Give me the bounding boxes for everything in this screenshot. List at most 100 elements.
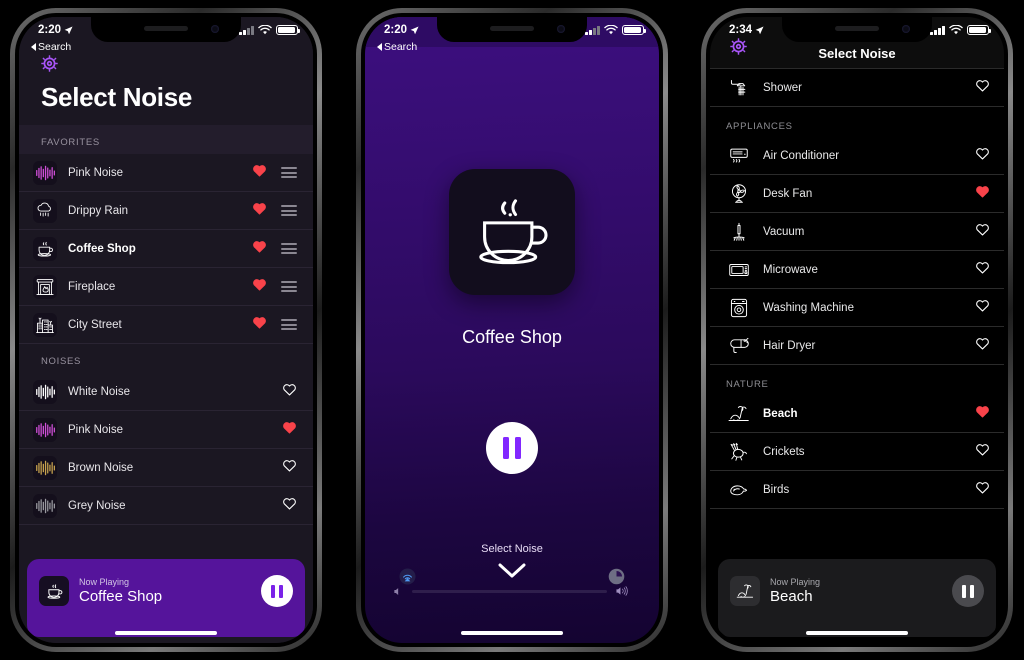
heart-filled-icon[interactable] bbox=[252, 201, 267, 215]
noise-list[interactable]: Shower APPLIANCES Air Conditioner Desk Fa… bbox=[710, 69, 1004, 643]
noise-artwork bbox=[726, 183, 752, 205]
heart-filled-icon[interactable] bbox=[252, 315, 267, 329]
favorite-toggle[interactable] bbox=[975, 480, 990, 499]
noise-list-item[interactable]: Desk Fan bbox=[710, 175, 1004, 213]
heart-outline-icon[interactable] bbox=[282, 458, 297, 472]
status-right bbox=[930, 24, 992, 36]
favorite-toggle[interactable] bbox=[975, 184, 990, 203]
favorite-toggle[interactable] bbox=[252, 201, 267, 220]
favorite-toggle[interactable] bbox=[975, 336, 990, 355]
home-indicator bbox=[806, 631, 908, 635]
noise-artwork bbox=[726, 297, 752, 319]
now-playing-text: Now Playing Beach bbox=[770, 577, 952, 605]
favorite-toggle[interactable] bbox=[975, 222, 990, 241]
noise-label: Coffee Shop bbox=[68, 242, 136, 255]
noise-label: Microwave bbox=[763, 263, 818, 276]
favorite-toggle[interactable] bbox=[975, 404, 990, 423]
pause-icon-bar-left bbox=[271, 584, 276, 598]
notch bbox=[91, 17, 241, 42]
heart-filled-icon[interactable] bbox=[975, 404, 990, 418]
settings-button[interactable] bbox=[41, 55, 313, 77]
noise-list-item[interactable]: Microwave bbox=[710, 251, 1004, 289]
noise-artwork bbox=[726, 479, 752, 501]
noise-list-item[interactable]: Brown Noise bbox=[19, 449, 313, 487]
noise-list-item[interactable]: Vacuum bbox=[710, 213, 1004, 251]
heart-filled-icon[interactable] bbox=[282, 420, 297, 434]
noise-list-item[interactable]: Shower bbox=[710, 69, 1004, 107]
drag-handle-icon[interactable] bbox=[281, 243, 297, 254]
pause-button[interactable] bbox=[261, 575, 293, 607]
heart-outline-icon[interactable] bbox=[975, 260, 990, 274]
heart-outline-icon[interactable] bbox=[975, 78, 990, 92]
favorite-toggle[interactable] bbox=[282, 458, 297, 477]
favorite-toggle[interactable] bbox=[975, 78, 990, 97]
now-playing-artwork bbox=[39, 576, 69, 606]
select-noise-label[interactable]: Select Noise bbox=[365, 543, 659, 555]
noise-list-item[interactable]: Beach bbox=[710, 395, 1004, 433]
favorite-toggle[interactable] bbox=[975, 298, 990, 317]
front-camera bbox=[557, 25, 565, 33]
heart-outline-icon[interactable] bbox=[282, 496, 297, 510]
heart-outline-icon[interactable] bbox=[975, 442, 990, 456]
heart-filled-icon[interactable] bbox=[252, 239, 267, 253]
heart-outline-icon[interactable] bbox=[282, 382, 297, 396]
favorite-toggle[interactable] bbox=[252, 239, 267, 258]
back-to-search-link[interactable]: Search bbox=[31, 41, 71, 53]
favorite-toggle[interactable] bbox=[975, 146, 990, 165]
favorite-toggle[interactable] bbox=[252, 277, 267, 296]
heart-outline-icon[interactable] bbox=[975, 480, 990, 494]
now-playing-bar[interactable]: Now Playing Coffee Shop bbox=[27, 559, 305, 637]
favorite-toggle[interactable] bbox=[975, 442, 990, 461]
pause-icon-bar-right bbox=[969, 584, 974, 598]
heart-filled-icon[interactable] bbox=[252, 277, 267, 291]
phone-2-frame: 2:20 Search Coffee Shop Select Noise bbox=[356, 8, 668, 652]
drag-handle-icon[interactable] bbox=[281, 281, 297, 292]
noise-list-item[interactable]: Pink Noise bbox=[19, 411, 313, 449]
noise-artwork bbox=[726, 403, 752, 425]
play-pause-button[interactable] bbox=[486, 422, 538, 474]
drag-handle-icon[interactable] bbox=[281, 319, 297, 330]
noise-artwork bbox=[726, 441, 752, 463]
drag-handle-icon[interactable] bbox=[281, 205, 297, 216]
pause-icon-bar-left bbox=[962, 584, 967, 598]
noise-list-item[interactable]: Coffee Shop bbox=[19, 230, 313, 268]
status-time: 2:20 bbox=[384, 24, 408, 36]
noise-list-item[interactable]: Grey Noise bbox=[19, 487, 313, 525]
favorite-toggle[interactable] bbox=[282, 382, 297, 401]
phone-2-bezel: 2:20 Search Coffee Shop Select Noise bbox=[361, 13, 663, 647]
heart-outline-icon[interactable] bbox=[975, 336, 990, 350]
heart-outline-icon[interactable] bbox=[975, 146, 990, 160]
noise-list-item[interactable]: White Noise bbox=[19, 373, 313, 411]
noise-list-item[interactable]: Drippy Rain bbox=[19, 192, 313, 230]
noise-list-item[interactable]: Fireplace bbox=[19, 268, 313, 306]
noise-list-item[interactable]: Crickets bbox=[710, 433, 1004, 471]
favorite-toggle[interactable] bbox=[282, 496, 297, 515]
heart-filled-icon[interactable] bbox=[975, 184, 990, 198]
volume-slider[interactable] bbox=[393, 585, 631, 597]
favorite-toggle[interactable] bbox=[252, 315, 267, 334]
favorite-toggle[interactable] bbox=[252, 163, 267, 182]
favorite-toggle[interactable] bbox=[282, 420, 297, 439]
noise-list-item[interactable]: Pink Noise bbox=[19, 154, 313, 192]
heart-filled-icon[interactable] bbox=[252, 163, 267, 177]
location-arrow-icon bbox=[410, 25, 419, 34]
noise-list-item[interactable]: Air Conditioner bbox=[710, 137, 1004, 175]
noise-artwork bbox=[726, 145, 752, 167]
heart-outline-icon[interactable] bbox=[975, 298, 990, 312]
noise-list-item[interactable]: Hair Dryer bbox=[710, 327, 1004, 365]
noise-list-item[interactable]: Birds bbox=[710, 471, 1004, 509]
phone-3-screen: Select Noise 2:34 Shower APPLIANCES Air … bbox=[710, 17, 1004, 643]
phone-1-bezel: 2:20 Search Select Noise FAVORITES Pink … bbox=[15, 13, 317, 647]
back-to-search-link[interactable]: Search bbox=[377, 41, 417, 53]
noise-artwork bbox=[33, 417, 57, 442]
drag-handle-icon[interactable] bbox=[281, 167, 297, 178]
select-noise-button[interactable] bbox=[497, 562, 527, 584]
favorite-toggle[interactable] bbox=[975, 260, 990, 279]
noise-list-item[interactable]: Washing Machine bbox=[710, 289, 1004, 327]
pause-button[interactable] bbox=[952, 575, 984, 607]
wifi-icon bbox=[949, 25, 963, 35]
heart-outline-icon[interactable] bbox=[975, 222, 990, 236]
noise-list-item[interactable]: City Street bbox=[19, 306, 313, 344]
volume-track[interactable] bbox=[412, 589, 607, 593]
now-playing-bar[interactable]: Now Playing Beach bbox=[718, 559, 996, 637]
